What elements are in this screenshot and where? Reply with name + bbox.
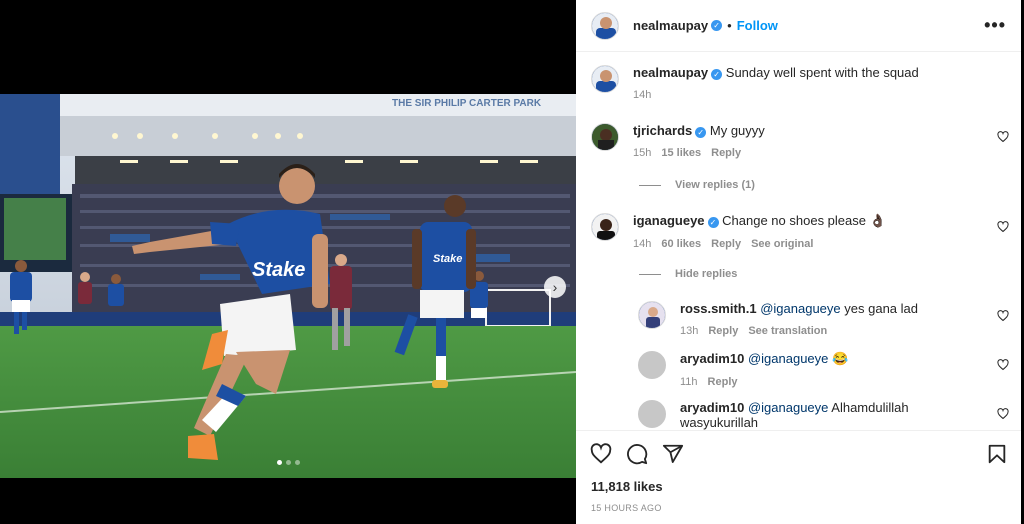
verified-icon: ✓: [707, 217, 719, 228]
next-slide-button[interactable]: ›: [544, 276, 566, 298]
comment-username[interactable]: iganagueye: [633, 213, 705, 228]
caption-username[interactable]: nealmaupay: [633, 65, 708, 80]
stadium-sign: THE SIR PHILIP CARTER PARK: [392, 98, 542, 109]
carousel-dot: [294, 460, 300, 465]
avatar[interactable]: [591, 65, 619, 93]
caption-time: 14h: [633, 89, 652, 101]
carousel-dot: [285, 460, 291, 465]
mention-link[interactable]: @iganagueye: [760, 301, 840, 316]
share-icon[interactable]: [662, 443, 684, 465]
svg-text:Stake: Stake: [252, 259, 305, 281]
hide-replies-label: Hide replies: [675, 268, 738, 280]
mention-link[interactable]: @iganagueye: [748, 351, 828, 366]
caption-text: Sunday well spent with the squad: [725, 65, 919, 80]
carousel-dot: [276, 460, 282, 465]
reply-username[interactable]: ross.smith.1: [680, 301, 757, 316]
post-photo[interactable]: THE SIR PHILIP CARTER PARK Stake Stake: [0, 94, 576, 478]
see-translation-button[interactable]: See translation: [748, 325, 827, 337]
bookmark-icon[interactable]: [986, 443, 1008, 465]
post-timestamp: 15 HOURS AGO: [591, 503, 662, 513]
avatar[interactable]: [591, 11, 619, 40]
comment-username[interactable]: tjrichards: [633, 123, 692, 138]
reply: aryadim10 @iganagueye Alhamdulillah wasy…: [638, 400, 980, 430]
avatar[interactable]: [638, 301, 666, 329]
reply-time: 13h: [680, 325, 699, 337]
reply: ross.smith.1 @iganagueye yes gana lad 13…: [638, 301, 918, 337]
more-options-icon[interactable]: •••: [984, 15, 1006, 36]
post-media: THE SIR PHILIP CARTER PARK Stake Stake ›: [0, 0, 576, 524]
comment-icon[interactable]: [626, 443, 648, 465]
author-username[interactable]: nealmaupay: [633, 18, 708, 33]
comment-text: Change no shoes please 👌🏿: [722, 213, 886, 228]
hide-replies-toggle[interactable]: Hide replies: [639, 268, 737, 280]
heart-icon[interactable]: [997, 408, 1009, 420]
reply-button[interactable]: Reply: [708, 376, 738, 388]
reply-time: 11h: [680, 376, 698, 388]
verified-icon: ✓: [695, 127, 707, 138]
carousel-dots: [0, 460, 576, 465]
heart-icon[interactable]: [997, 131, 1009, 143]
post-actions: 11,818 likes 15 HOURS AGO: [576, 430, 1021, 524]
reply: aryadim10 @iganagueye 😂 11h Reply: [638, 351, 848, 388]
reply-button[interactable]: Reply: [711, 147, 741, 159]
comment: iganagueye ✓ Change no shoes please 👌🏿 14…: [591, 213, 886, 250]
comment: tjrichards ✓ My guyyy 15h 15 likes Reply: [591, 123, 765, 159]
reply-username[interactable]: aryadim10: [680, 351, 744, 366]
heart-icon[interactable]: [997, 221, 1009, 233]
view-replies-label: View replies (1): [675, 179, 755, 191]
reply-text: yes gana lad: [840, 301, 918, 316]
heart-icon[interactable]: [590, 443, 612, 465]
heart-icon[interactable]: [997, 310, 1009, 322]
chevron-right-icon: ›: [552, 279, 558, 295]
post-header: nealmaupay ✓ • Follow •••: [576, 0, 1021, 52]
comment-time: 15h: [633, 147, 652, 159]
comment-likes[interactable]: 15 likes: [661, 147, 701, 159]
mention-link[interactable]: @iganagueye: [748, 400, 828, 415]
stadium-celebration-image: THE SIR PHILIP CARTER PARK Stake Stake: [0, 94, 576, 478]
comment-time: 14h: [633, 238, 652, 250]
comment-text: My guyyy: [709, 123, 765, 138]
caption: nealmaupay ✓ Sunday well spent with the s…: [591, 65, 919, 101]
reply-username[interactable]: aryadim10: [680, 400, 744, 415]
likes-count[interactable]: 11,818 likes: [591, 479, 663, 494]
see-original-button[interactable]: See original: [751, 238, 813, 250]
verified-icon: ✓: [711, 20, 723, 31]
verified-icon: ✓: [711, 69, 723, 80]
separator: •: [727, 18, 732, 33]
svg-text:Stake: Stake: [433, 253, 462, 265]
reply-button[interactable]: Reply: [711, 238, 741, 250]
comments-list[interactable]: nealmaupay ✓ Sunday well spent with the s…: [576, 53, 1021, 430]
avatar[interactable]: [638, 351, 666, 379]
comment-likes[interactable]: 60 likes: [661, 238, 701, 250]
reply-text: 😂: [828, 351, 849, 366]
avatar[interactable]: [591, 123, 619, 151]
reply-button[interactable]: Reply: [708, 325, 738, 337]
follow-button[interactable]: Follow: [737, 18, 778, 33]
avatar[interactable]: [591, 213, 619, 241]
heart-icon[interactable]: [997, 359, 1009, 371]
view-replies-toggle[interactable]: View replies (1): [639, 179, 755, 191]
avatar[interactable]: [638, 400, 666, 428]
post-side-panel: nealmaupay ✓ • Follow ••• nealmaupay ✓ Su…: [576, 0, 1021, 524]
